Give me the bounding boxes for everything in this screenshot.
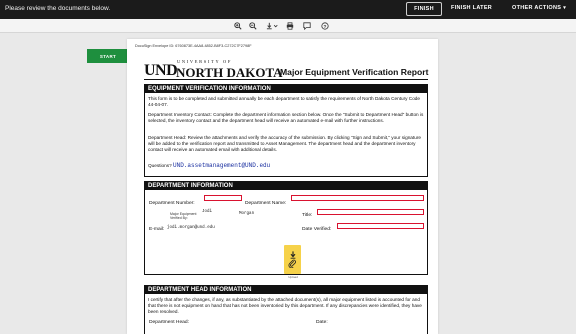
document-page: DocuSign Envelope ID: 6760873E-4AA8-4852…	[127, 39, 438, 334]
questions-email-link[interactable]: UND.assetmanagement@UND.edu	[173, 162, 270, 169]
document-toolbar: ?	[0, 19, 576, 33]
section-heading: EQUIPMENT VERIFICATION INFORMATION	[145, 85, 427, 93]
email-value: jodi.morgan@und.edu	[167, 226, 215, 230]
section-heading: DEPARTMENT INFORMATION	[145, 182, 427, 190]
help-icon[interactable]: ?	[319, 20, 331, 32]
attachment-caption: Upload	[288, 275, 298, 279]
download-icon[interactable]	[264, 20, 280, 32]
comment-icon[interactable]	[301, 20, 313, 32]
date-verified-field[interactable]	[337, 223, 424, 229]
department-number-label: Department Number:	[149, 201, 195, 206]
last-name-value: Morgan	[239, 212, 255, 216]
logo-und: UND	[144, 62, 178, 79]
section-heading: DEPARTMENT HEAD INFORMATION	[145, 286, 427, 294]
finish-later-button[interactable]: FINISH LATER	[451, 5, 492, 11]
date-label: Date:	[316, 320, 328, 325]
inventory-contact-paragraph: Department Inventory Contact: Complete t…	[148, 112, 424, 123]
top-bar: Please review the documents below. FINIS…	[0, 0, 576, 19]
department-head-paragraph: Department Head: Review the attachments …	[148, 135, 421, 152]
questions-line: Questions? UND.assetmanagement@UND.edu	[148, 163, 425, 169]
zoom-in-icon[interactable]	[232, 20, 244, 32]
logo-university-of: UNIVERSITY OF	[177, 59, 232, 64]
review-message: Please review the documents below.	[5, 5, 111, 12]
certification-paragraph: I certify that after the changes, if any…	[148, 297, 422, 314]
other-actions-button[interactable]: OTHER ACTIONS ▾	[512, 5, 566, 11]
chevron-down-icon: ▾	[563, 5, 567, 11]
title-label: Title:	[302, 213, 313, 218]
svg-text:?: ?	[324, 24, 327, 30]
verified-by-label-2: Verified By:	[170, 216, 188, 220]
title-field[interactable]	[317, 209, 424, 215]
print-icon[interactable]	[284, 20, 296, 32]
department-head-label: Department Head:	[149, 320, 189, 325]
department-name-label: Department Name:	[245, 201, 287, 206]
department-name-field[interactable]	[291, 195, 424, 201]
finish-button[interactable]: FINISH	[406, 2, 442, 16]
questions-label: Questions?	[148, 163, 172, 168]
intro-paragraph: This form is to be completed and submitt…	[148, 96, 421, 107]
email-label: E-mail:	[149, 227, 165, 232]
date-verified-label: Date Verified:	[302, 227, 332, 232]
zoom-out-icon[interactable]	[247, 20, 259, 32]
department-head-section: DEPARTMENT HEAD INFORMATION I certify th…	[144, 285, 428, 334]
other-actions-label: OTHER ACTIONS	[512, 5, 562, 11]
und-logo: UND UNIVERSITY OF NORTH DAKOTA Major Equ…	[144, 58, 438, 80]
title-rule	[144, 79, 428, 81]
attachment-button[interactable]	[284, 245, 301, 274]
download-arrow-icon	[290, 251, 295, 259]
department-number-field[interactable]	[204, 195, 242, 201]
report-title: Major Equipment Verification Report	[280, 67, 429, 77]
equipment-verification-section: EQUIPMENT VERIFICATION INFORMATION This …	[144, 84, 428, 177]
paperclip-icon	[288, 259, 296, 268]
envelope-id: DocuSign Envelope ID: 6760873E-4AA8-4852…	[135, 44, 252, 48]
start-button[interactable]: START	[87, 49, 129, 63]
first-name-value: Jodi	[202, 210, 213, 214]
